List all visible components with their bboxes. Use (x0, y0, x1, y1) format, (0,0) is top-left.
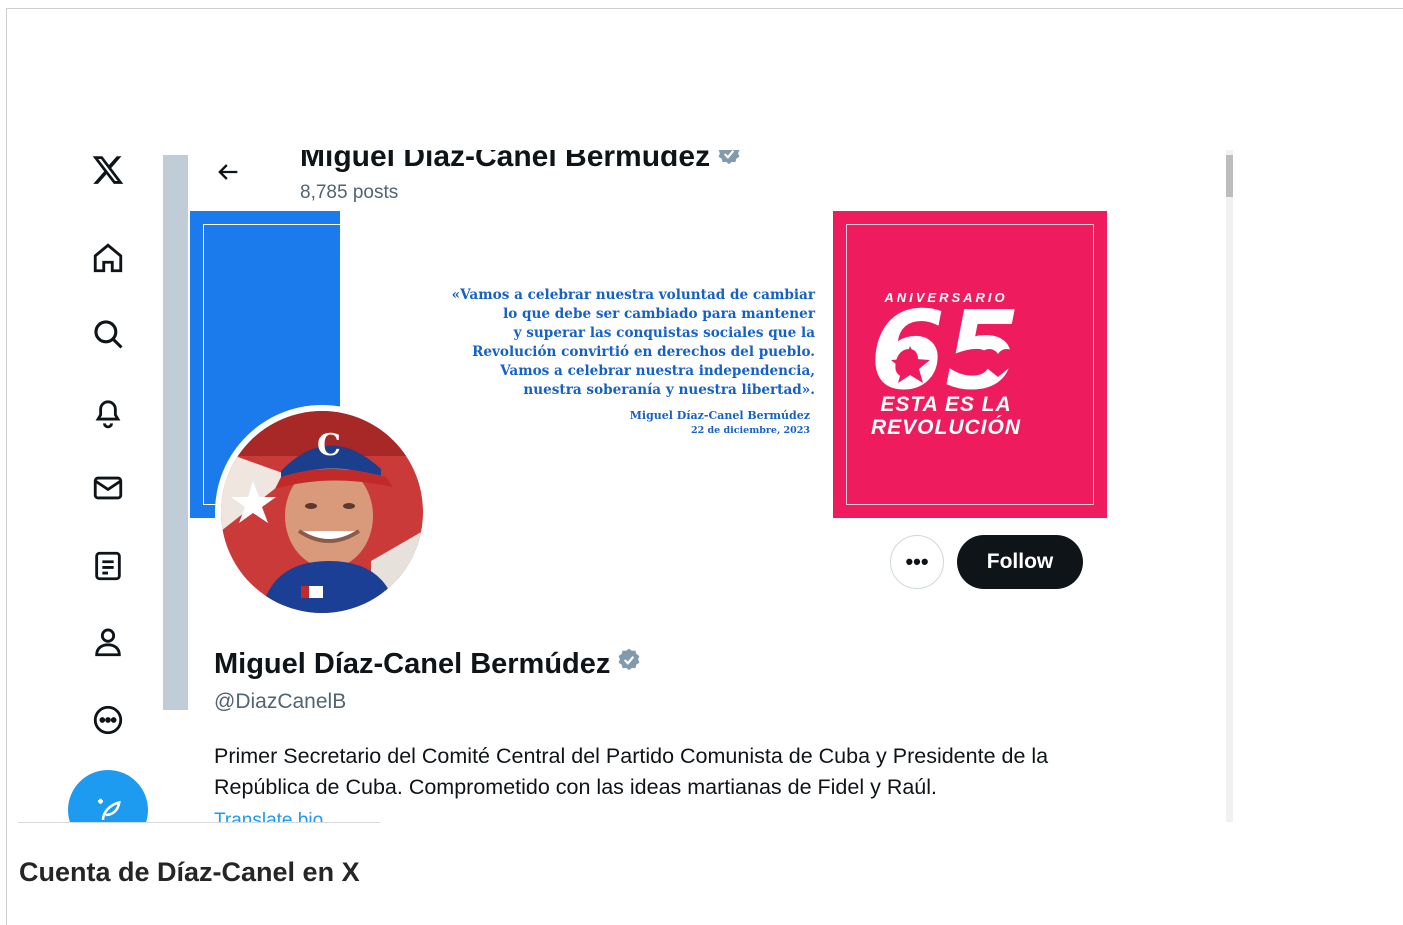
more-icon[interactable] (88, 700, 128, 740)
caption-divider (18, 822, 380, 823)
profile-column: Miguel Díaz-Canel Bermúdez 8,785 posts «… (190, 150, 1107, 822)
profile-name-text: Miguel Díaz-Canel Bermúdez (214, 647, 611, 680)
anniversary-65-logo: 65 (870, 296, 1020, 406)
quote-author: Miguel Díaz-Canel Bermúdez (629, 409, 810, 422)
quote-line: lo que debe ser cambiado para mantener (503, 306, 815, 322)
page-scrollbar-thumb[interactable] (1226, 155, 1233, 197)
quote-line: Vamos a celebrar nuestra independencia, (500, 363, 815, 379)
follow-button[interactable]: Follow (957, 535, 1083, 589)
profile-handle: @DiazCanelB (214, 690, 347, 713)
verified-badge-icon[interactable] (616, 647, 642, 681)
image-caption: Cuenta de Díaz-Canel en X (19, 857, 360, 887)
avatar-photo: C (221, 411, 423, 613)
profile-bio: Primer Secretario del Comité Central del… (214, 744, 1049, 799)
translate-bio-link[interactable]: Translate bio (214, 810, 323, 822)
banner-quote: «Vamos a celebrar nuestra voluntad de ca… (405, 286, 815, 400)
profile-name: Miguel Díaz-Canel Bermúdez (214, 647, 642, 681)
svg-text:C: C (317, 428, 341, 463)
home-icon[interactable] (88, 238, 128, 278)
header-name-text: Miguel Díaz-Canel Bermúdez (300, 150, 711, 173)
page-scrollbar[interactable] (1226, 150, 1233, 822)
esta-line-2: REVOLUCIÓN (870, 416, 1021, 439)
screenshot: Miguel Díaz-Canel Bermúdez 8,785 posts «… (18, 150, 1233, 822)
lists-icon[interactable] (88, 546, 128, 586)
messages-icon[interactable] (88, 468, 128, 508)
back-button[interactable] (214, 158, 242, 194)
arrow-left-icon (218, 164, 238, 180)
quote-date: 22 de diciembre, 2023 (690, 425, 810, 436)
search-icon[interactable] (88, 314, 128, 354)
quote-line: nuestra soberanía y nuestra libertad». (523, 382, 815, 398)
header-name: Miguel Díaz-Canel Bermúdez (300, 150, 742, 175)
esta-es-la-revolucion: ESTA ES LA REVOLUCIÓN (833, 393, 1059, 439)
avatar[interactable]: C (215, 405, 429, 619)
x-logo-icon[interactable] (88, 150, 128, 190)
esta-line-1: ESTA ES LA (880, 393, 1012, 416)
compose-button[interactable] (68, 770, 148, 822)
quote-line: «Vamos a celebrar nuestra voluntad de ca… (451, 287, 815, 303)
quote-line: y superar las conquistas sociales que la (513, 325, 815, 341)
compose-icon (98, 798, 121, 821)
nav-scroll-strip (163, 155, 188, 710)
banner-red-panel: ANIVERSARIO 65 ESTA ES LA REVOLUCIÓN (833, 211, 1107, 518)
post-count: 8,785 posts (300, 182, 399, 203)
notifications-icon[interactable] (88, 392, 128, 432)
quote-line: Revolución convirtió en derechos del pue… (472, 344, 815, 360)
quote-attribution: Miguel Díaz-Canel Bermúdez 22 de diciemb… (550, 407, 810, 438)
profile-icon[interactable] (88, 622, 128, 662)
verified-badge-icon (716, 150, 742, 175)
anniversary-number: 65 (870, 296, 1020, 406)
more-options-button[interactable]: ••• (890, 535, 944, 589)
